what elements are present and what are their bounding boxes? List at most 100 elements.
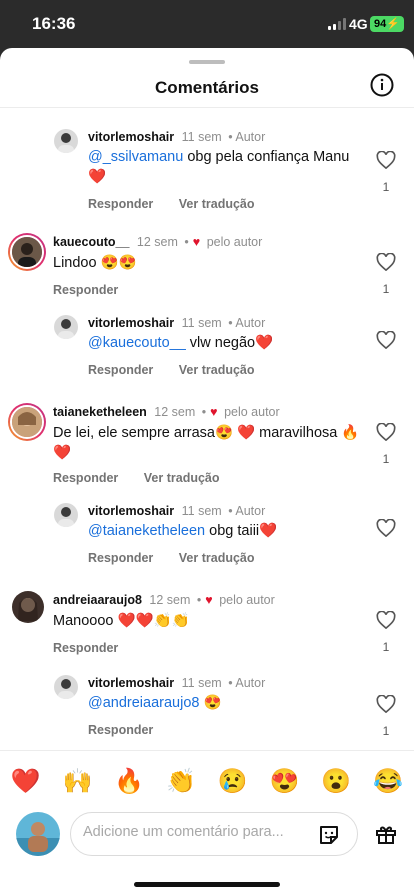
like-count: 1	[382, 724, 390, 738]
network-label: 4G	[349, 16, 368, 32]
comment-text: @taianeketheleen obg taiii❤️	[88, 521, 358, 541]
reaction-fire[interactable]: 🔥	[114, 767, 144, 796]
reaction-raised-hands[interactable]: 🙌	[63, 767, 93, 796]
heart-outline-icon	[376, 610, 396, 630]
heart-outline-icon	[376, 330, 396, 350]
translate-button[interactable]: Ver tradução	[179, 551, 255, 565]
reply-button[interactable]: Responder	[53, 283, 118, 297]
sticker-icon[interactable]	[317, 823, 341, 847]
gift-icon[interactable]	[374, 822, 398, 846]
comment-actions: Responder Ver tradução	[88, 551, 277, 565]
comment-username[interactable]: vitorlemoshair	[88, 316, 174, 330]
comment-text: @_ssilvamanu obg pela confiança Manu ❤️	[88, 147, 358, 187]
reaction-surprised[interactable]: 😮	[321, 767, 351, 796]
comment-time: 11 sem	[181, 316, 222, 330]
comment-time: 12 sem	[136, 235, 178, 249]
comment-time: 12 sem	[154, 405, 196, 419]
avatar[interactable]	[8, 403, 46, 441]
translate-button[interactable]: Ver tradução	[179, 363, 255, 377]
comments-sheet: Comentários vitorlemoshair 11 sem • Auto…	[0, 48, 414, 896]
comment-mention[interactable]: @kauecouto__	[88, 335, 186, 351]
reaction-heart[interactable]: ❤️	[11, 767, 41, 796]
avatar[interactable]	[54, 315, 78, 339]
comment-username[interactable]: vitorlemoshair	[88, 676, 174, 690]
reaction-heart-eyes[interactable]: 😍	[270, 767, 300, 796]
like-count: 1	[382, 282, 390, 296]
like-button[interactable]	[374, 330, 398, 360]
comment-mention[interactable]: @andreiaaraujo8	[88, 695, 199, 711]
comment-text: Lindoo 😍😍	[53, 255, 137, 271]
liked-by-author: pelo autor	[219, 593, 275, 607]
comment-meta: vitorlemoshair 11 sem • Autor	[88, 316, 266, 330]
reply-button[interactable]: Responder	[88, 363, 153, 377]
heart-outline-icon	[376, 694, 396, 714]
comment-actions: Responder Ver tradução	[88, 197, 277, 211]
reply-button[interactable]: Responder	[53, 641, 118, 655]
author-badge: Autor	[235, 676, 266, 690]
comment-mention[interactable]: @taianeketheleen	[88, 523, 205, 539]
comment-input-wrapper	[70, 812, 358, 856]
like-button[interactable]: 1	[374, 150, 398, 194]
comment-actions: Responder	[53, 283, 140, 297]
comment-time: 11 sem	[181, 676, 222, 690]
comment-body: obg taiii❤️	[205, 523, 278, 539]
avatar[interactable]	[54, 675, 78, 699]
like-button[interactable]: 1	[374, 252, 398, 296]
comment-body: 😍	[199, 695, 222, 711]
avatar[interactable]	[16, 812, 60, 856]
comment-time: 12 sem	[149, 593, 191, 607]
like-count: 1	[382, 452, 390, 466]
like-button[interactable]: 1	[374, 610, 398, 654]
comment-actions: Responder	[88, 723, 175, 737]
reply-button[interactable]: Responder	[88, 551, 153, 565]
battery-icon: 94⚡	[370, 16, 404, 32]
sheet-header: Comentários	[0, 68, 414, 108]
reaction-laughing[interactable]: 😂	[373, 767, 403, 796]
comment-meta: andreiaaraujo8 12 sem • ♥ pelo autor	[53, 593, 275, 607]
author-badge: Autor	[235, 316, 266, 330]
sheet-grabber[interactable]	[189, 60, 225, 64]
avatar[interactable]	[12, 591, 44, 623]
like-button[interactable]	[374, 518, 398, 548]
home-indicator	[134, 882, 280, 887]
like-count: 1	[382, 180, 390, 194]
heart-outline-icon	[376, 150, 396, 170]
translate-button[interactable]: Ver tradução	[179, 197, 255, 211]
comment-actions: Responder	[53, 641, 140, 655]
comment-time: 11 sem	[181, 130, 222, 144]
comment-username[interactable]: vitorlemoshair	[88, 130, 174, 144]
comment-meta: kauecouto__ 12 sem • ♥ pelo autor	[53, 235, 263, 249]
comment-text: Manoooo ❤️❤️👏👏	[53, 613, 190, 629]
avatar[interactable]	[54, 129, 78, 153]
comment-username[interactable]: vitorlemoshair	[88, 504, 174, 518]
comment-username[interactable]: taianeketheleen	[53, 405, 147, 419]
heart-outline-icon	[376, 422, 396, 442]
translate-button[interactable]: Ver tradução	[144, 471, 220, 485]
sheet-title: Comentários	[155, 78, 259, 97]
liked-by-author: pelo autor	[224, 405, 280, 419]
avatar[interactable]	[8, 233, 46, 271]
like-button[interactable]: 1	[374, 694, 398, 738]
comment-time: 11 sem	[181, 504, 222, 518]
reply-button[interactable]: Responder	[53, 471, 118, 485]
reply-button[interactable]: Responder	[88, 197, 153, 211]
comment-actions: Responder Ver tradução	[53, 471, 242, 485]
heart-outline-icon	[376, 252, 396, 272]
reaction-crying[interactable]: 😢	[218, 767, 248, 796]
author-badge: Autor	[235, 504, 266, 518]
reply-button[interactable]: Responder	[88, 723, 153, 737]
author-heart-icon: ♥	[210, 405, 218, 419]
comment-username[interactable]: kauecouto__	[53, 235, 129, 249]
reaction-clap[interactable]: 👏	[166, 767, 196, 796]
comment-meta: vitorlemoshair 11 sem • Autor	[88, 130, 266, 144]
comment-mention[interactable]: @_ssilvamanu	[88, 149, 183, 165]
comment-username[interactable]: andreiaaraujo8	[53, 593, 142, 607]
liked-by-author: pelo autor	[206, 235, 263, 249]
comment-text: @kauecouto__ vlw negão❤️	[88, 333, 358, 353]
like-button[interactable]: 1	[374, 422, 398, 466]
signal-icon	[328, 18, 346, 30]
comment-input[interactable]	[83, 824, 298, 840]
avatar[interactable]	[54, 503, 78, 527]
heart-outline-icon	[376, 518, 396, 538]
info-icon[interactable]	[370, 73, 394, 97]
